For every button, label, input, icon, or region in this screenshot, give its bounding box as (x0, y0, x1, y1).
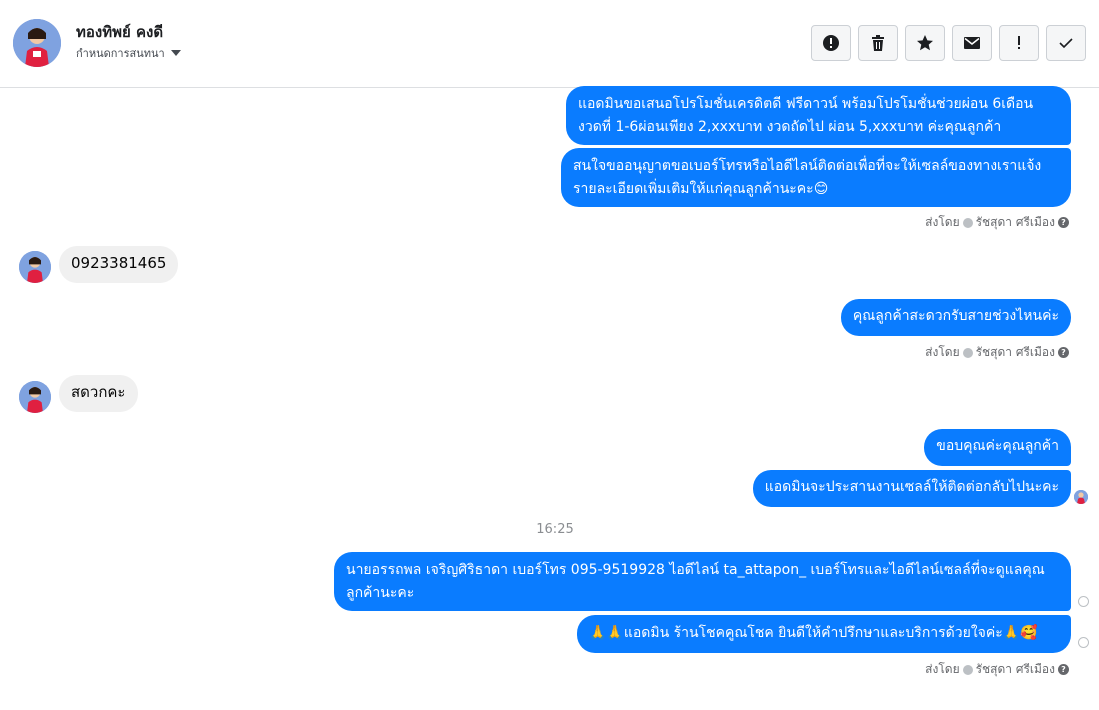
sent-by-label: ส่งโดย รัชสุดา ศรีเมือง ? (925, 343, 1069, 362)
report-button[interactable] (811, 25, 851, 61)
star-button[interactable] (905, 25, 945, 61)
message-timestamp: 16:25 (536, 522, 574, 537)
envelope-icon (964, 37, 980, 49)
sent-by-prefix: ส่งโดย (925, 345, 960, 359)
sent-by-agent: รัชสุดา ศรีเมือง (975, 345, 1055, 359)
conversation-header: ทองทิพย์ คงดี กำหนดการสนทนา (0, 0, 1099, 88)
sent-by-label: ส่งโดย รัชสุดา ศรีเมือง ? (925, 660, 1069, 679)
agent-icon (962, 664, 973, 675)
outgoing-message[interactable]: สนใจขออนุญาตขอเบอร์โทรหรือไอดีไลน์ติดต่อ… (561, 148, 1071, 207)
sent-by-agent: รัชสุดา ศรีเมือง (975, 662, 1055, 676)
spam-button[interactable] (999, 25, 1039, 61)
help-icon[interactable]: ? (1058, 347, 1069, 358)
contact-photo (13, 19, 61, 67)
star-icon (917, 35, 933, 51)
action-toolbar (811, 25, 1086, 61)
contact-photo (1074, 490, 1088, 504)
trash-icon (872, 35, 884, 51)
outgoing-message[interactable]: แอดมินจะประสานงานเซลล์ให้ติดต่อกลับไปนะค… (752, 470, 1071, 507)
outgoing-message[interactable]: 🙏🙏แอดมิน ร้านโชคคูณโชค ยินดีให้คำปรึกษาแ… (577, 615, 1071, 653)
incoming-message[interactable]: 0923381465 (59, 246, 179, 283)
agent-icon (962, 217, 973, 228)
contact-name[interactable]: ทองทิพย์ คงดี (76, 20, 163, 44)
agent-icon (962, 347, 973, 358)
contact-avatar[interactable] (13, 19, 61, 67)
sent-check-icon (1078, 637, 1089, 648)
sent-by-prefix: ส่งโดย (925, 215, 960, 229)
outgoing-message[interactable]: แอดมินขอเสนอโปรโมชั่นเครดิตดี ฟรีดาวน์ พ… (566, 86, 1071, 145)
outgoing-message[interactable]: ขอบคุณค่ะคุณลูกค้า (924, 429, 1071, 466)
caret-down-icon (170, 50, 181, 56)
alert-circle-icon (823, 35, 839, 51)
outgoing-message[interactable]: นายอรรถพล เจริญศิริธาดา เบอร์โทร 095-951… (334, 552, 1071, 611)
outgoing-message[interactable]: คุณลูกค้าสะดวกรับสายช่วงไหนค่ะ (840, 299, 1071, 336)
exclamation-icon (1018, 36, 1020, 49)
done-button[interactable] (1046, 25, 1086, 61)
help-icon[interactable]: ? (1058, 217, 1069, 228)
check-icon (1059, 38, 1073, 49)
delete-button[interactable] (858, 25, 898, 61)
contact-avatar-small[interactable] (19, 251, 51, 283)
seen-avatar (1074, 490, 1088, 504)
incoming-message[interactable]: สดวกคะ (59, 375, 138, 412)
help-icon[interactable]: ? (1058, 664, 1069, 675)
contact-photo (19, 381, 51, 413)
mark-unread-button[interactable] (952, 25, 992, 61)
sent-by-prefix: ส่งโดย (925, 662, 960, 676)
contact-photo (19, 251, 51, 283)
sent-by-label: ส่งโดย รัชสุดา ศรีเมือง ? (925, 213, 1069, 232)
sent-check-icon (1078, 596, 1089, 607)
conversation-settings-label: กำหนดการสนทนา (76, 47, 165, 60)
contact-avatar-small[interactable] (19, 381, 51, 413)
conversation-settings-dropdown[interactable]: กำหนดการสนทนา (76, 44, 181, 62)
sent-by-agent: รัชสุดา ศรีเมือง (975, 215, 1055, 229)
